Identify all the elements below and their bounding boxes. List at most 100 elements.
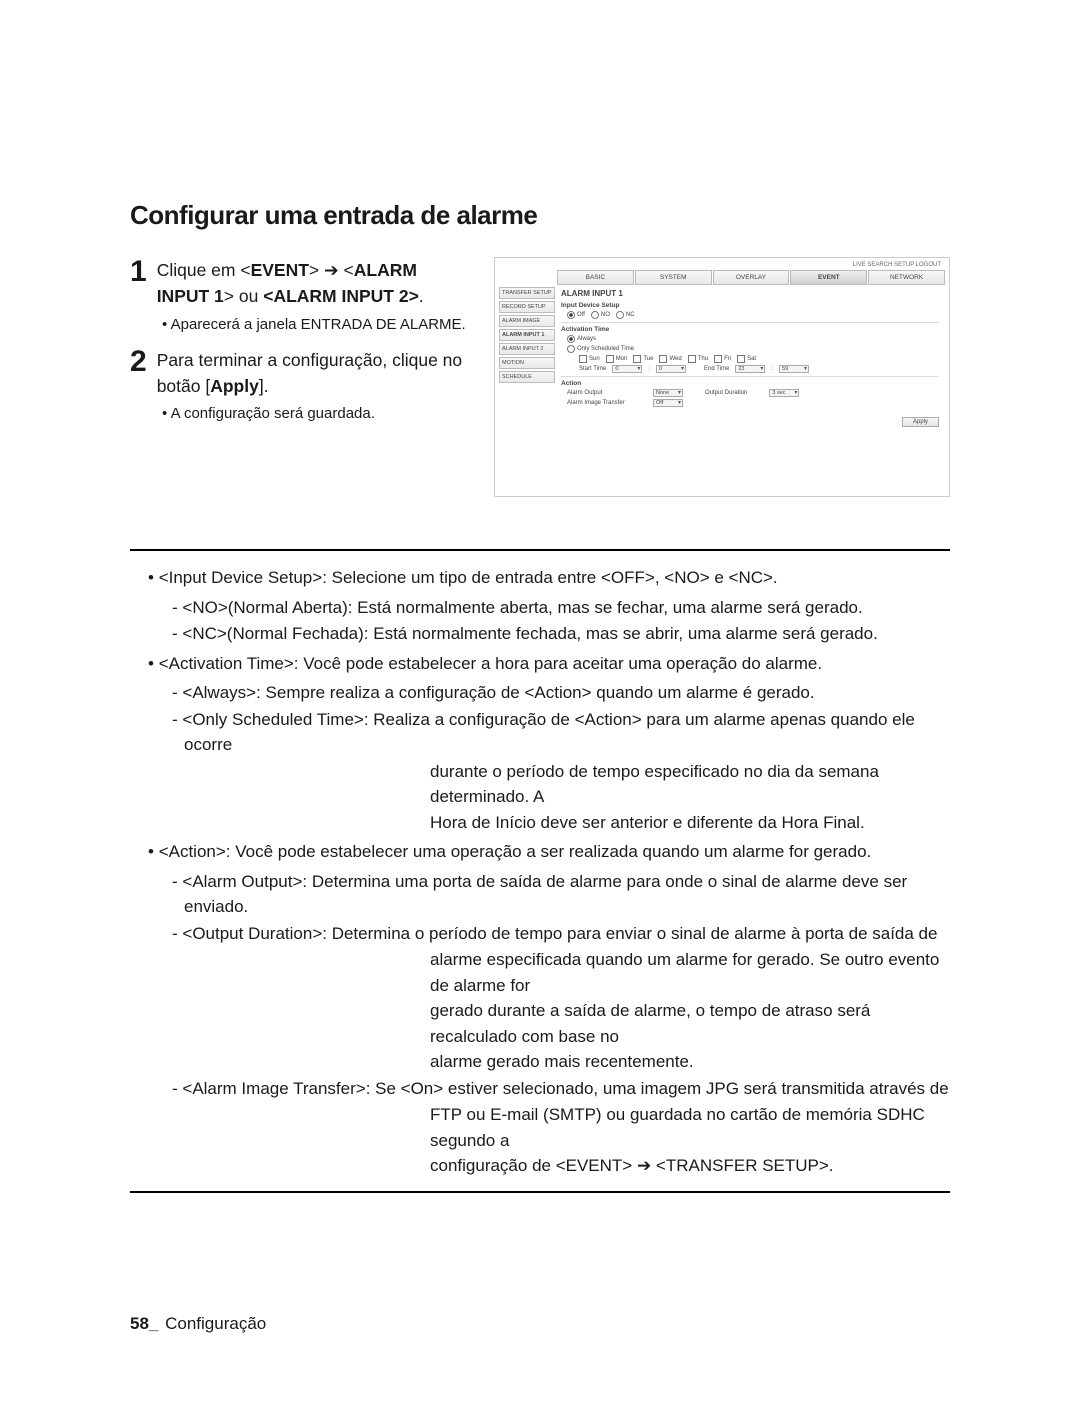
manual-page: Configurar uma entrada de alarme 1 Cliqu… (0, 0, 1080, 1414)
panel: ALARM INPUT 1 Input Device Setup Off NO … (555, 287, 945, 429)
tab-network[interactable]: NETWORK (868, 270, 945, 285)
alarm-image-transfer-label: Alarm Image Transfer (567, 400, 647, 406)
radio-scheduled[interactable]: Only Scheduled Time (567, 345, 634, 353)
check-fri[interactable]: Fri (714, 355, 731, 363)
start-hour-select[interactable]: 0 (612, 365, 642, 373)
text: Clique em < (157, 260, 251, 280)
alarm-input-2-label: <ALARM INPUT 2> (263, 286, 419, 306)
apply-button[interactable]: Apply (902, 417, 939, 427)
radio-always-label: Always (577, 336, 596, 342)
end-min-select[interactable]: 59 (779, 365, 809, 373)
check-sat[interactable]: Sat (737, 355, 756, 363)
desc-no: <NO>(Normal Aberta): Está normalmente ab… (172, 595, 950, 621)
day-label: Sat (747, 356, 756, 362)
day-label: Fri (724, 356, 731, 362)
footer-section-name: Configuração (165, 1314, 266, 1333)
screenshot-alarm-input-setup: LIVE SEARCH SETUP LOGOUT BASIC SYSTEM OV… (494, 257, 950, 497)
step-2-text: Para terminar a configuração, clique no … (157, 347, 470, 400)
desc-output-duration: <Output Duration>: Determina o período d… (172, 921, 950, 947)
sidebar-item-alarm-image[interactable]: ALARM IMAGE (499, 315, 555, 327)
alarm-output-select[interactable]: None (653, 389, 683, 397)
step-2-sub: A configuração será guardada. (162, 405, 470, 422)
radio-nc-label: NC (626, 312, 635, 318)
step-1: 1 Clique em <EVENT> ➔ <ALARM INPUT 1> ou… (130, 257, 470, 310)
start-time-label: Start Time (579, 366, 606, 372)
sidebar-item-alarm-input-1[interactable]: ALARM INPUT 1 (499, 329, 555, 341)
desc-always: <Always>: Sempre realiza a configuração … (172, 680, 950, 706)
day-label: Wed (669, 356, 681, 362)
day-label: Mon (616, 356, 628, 362)
group-input-device: Input Device Setup (561, 302, 939, 309)
step-number: 2 (130, 347, 147, 377)
main-tabs: BASIC SYSTEM OVERLAY EVENT NETWORK (557, 270, 945, 285)
end-time-label: End Time (704, 366, 729, 372)
radio-nc[interactable]: NC (616, 311, 635, 319)
group-activation-time: Activation Time (561, 326, 939, 333)
desc-only-scheduled-cont2: Hora de Início deve ser anterior e difer… (430, 810, 950, 836)
end-hour-select[interactable]: 23 (735, 365, 765, 373)
step-number: 1 (130, 257, 147, 287)
step-2: 2 Para terminar a configuração, clique n… (130, 347, 470, 400)
text: Para terminar a configuração, clique no … (157, 350, 462, 396)
day-label: Thu (698, 356, 708, 362)
check-tue[interactable]: Tue (633, 355, 653, 363)
desc-output-duration-cont3: alarme gerado mais recentemente. (430, 1049, 950, 1075)
text: > (309, 260, 324, 280)
radio-off[interactable]: Off (567, 311, 585, 319)
desc-alarm-image-transfer-cont2: configuração de <EVENT> ➔ <TRANSFER SETU… (430, 1153, 950, 1179)
desc-nc: <NC>(Normal Fechada): Está normalmente f… (172, 621, 950, 647)
sidebar-item-motion[interactable]: MOTION (499, 357, 555, 369)
step-1-sub: Aparecerá a janela ENTRADA DE ALARME. (162, 316, 470, 333)
sidebar-item-schedule[interactable]: SCHEDULE (499, 371, 555, 383)
radio-always[interactable]: Always (567, 335, 596, 343)
check-wed[interactable]: Wed (659, 355, 681, 363)
desc-alarm-image-transfer: <Alarm Image Transfer>: Se <On> estiver … (172, 1076, 950, 1102)
alarm-output-label: Alarm Output (567, 390, 647, 396)
panel-title: ALARM INPUT 1 (561, 289, 939, 298)
sidebar-item-alarm-input-2[interactable]: ALARM INPUT 2 (499, 343, 555, 355)
event-label: EVENT (251, 260, 309, 280)
text: ]. (259, 376, 269, 396)
radio-scheduled-label: Only Scheduled Time (577, 346, 634, 352)
footer-separator: _ (149, 1314, 158, 1333)
day-label: Tue (643, 356, 653, 362)
tab-system[interactable]: SYSTEM (635, 270, 712, 285)
output-duration-label: Output Duration (705, 390, 747, 396)
check-thu[interactable]: Thu (688, 355, 708, 363)
output-duration-select[interactable]: 3 sec (769, 389, 799, 397)
desc-action: <Action>: Você pode estabelecer uma oper… (148, 839, 950, 865)
check-sun[interactable]: Sun (579, 355, 600, 363)
text: < (339, 260, 354, 280)
section-title: Configurar uma entrada de alarme (130, 200, 950, 231)
desc-activation-time: <Activation Time>: Você pode estabelecer… (148, 651, 950, 677)
tab-event[interactable]: EVENT (790, 270, 867, 285)
description-block: <Input Device Setup>: Selecione um tipo … (130, 549, 950, 1193)
apply-label: Apply (210, 376, 259, 396)
radio-no[interactable]: NO (591, 311, 610, 319)
page-number: 58 (130, 1314, 149, 1333)
header-links[interactable]: LIVE SEARCH SETUP LOGOUT (499, 262, 945, 268)
radio-off-label: Off (577, 312, 585, 318)
text: . (419, 286, 424, 306)
desc-only-scheduled: <Only Scheduled Time>: Realiza a configu… (172, 707, 950, 758)
page-footer: 58_ Configuração (130, 1314, 266, 1334)
radio-no-label: NO (601, 312, 610, 318)
alarm-image-transfer-select[interactable]: Off (653, 399, 683, 407)
desc-alarm-image-transfer-cont1: FTP ou E-mail (SMTP) ou guardada no cart… (430, 1102, 950, 1153)
start-min-select[interactable]: 0 (656, 365, 686, 373)
tab-basic[interactable]: BASIC (557, 270, 634, 285)
day-label: Sun (589, 356, 600, 362)
sidebar-item-transfer-setup[interactable]: TRANSFER SETUP (499, 287, 555, 299)
desc-input-device: <Input Device Setup>: Selecione um tipo … (148, 565, 950, 591)
tab-overlay[interactable]: OVERLAY (713, 270, 790, 285)
step-and-screenshot-row: 1 Clique em <EVENT> ➔ <ALARM INPUT 1> ou… (130, 257, 950, 497)
text: > ou (224, 286, 263, 306)
sidebar: TRANSFER SETUP RECORD SETUP ALARM IMAGE … (499, 287, 555, 429)
desc-only-scheduled-cont: durante o período de tempo especificado … (430, 759, 950, 810)
sidebar-item-record-setup[interactable]: RECORD SETUP (499, 301, 555, 313)
arrow-icon: ➔ (324, 260, 339, 280)
group-action: Action (561, 380, 939, 387)
step-1-text: Clique em <EVENT> ➔ <ALARM INPUT 1> ou <… (157, 257, 470, 310)
check-mon[interactable]: Mon (606, 355, 628, 363)
desc-alarm-output: <Alarm Output>: Determina uma porta de s… (172, 869, 950, 920)
